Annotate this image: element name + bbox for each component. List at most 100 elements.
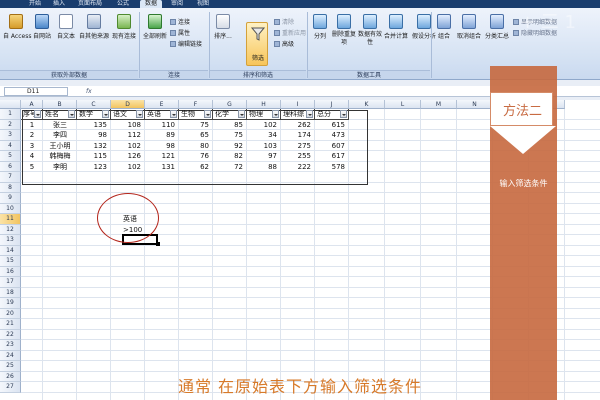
reapply-button[interactable]: 重新应用 [274, 28, 306, 37]
column-header-f[interactable]: F [179, 100, 213, 109]
row-header-17[interactable]: 17 [0, 277, 21, 288]
table-cell[interactable]: 76 [179, 151, 213, 162]
sort-button[interactable]: 排序... [212, 14, 234, 40]
filter-button[interactable]: 筛选 [246, 22, 268, 66]
row-header-5[interactable]: 5 [0, 151, 21, 162]
table-cell[interactable]: 4 [21, 151, 43, 162]
table-cell[interactable]: 473 [315, 130, 349, 141]
table-cell[interactable]: 262 [281, 120, 315, 131]
table-cell[interactable]: 615 [315, 120, 349, 131]
tab-review[interactable]: 审阅 [168, 0, 186, 8]
filter-dropdown-icon[interactable] [238, 110, 245, 118]
table-cell[interactable]: 115 [77, 151, 111, 162]
column-header-e[interactable]: E [145, 100, 179, 109]
ungroup-button[interactable]: 取消组合 [455, 14, 483, 40]
edit-links-button[interactable]: 编辑链接 [170, 39, 202, 48]
filter-dropdown-icon[interactable] [170, 110, 177, 118]
table-header-cell[interactable]: 理科综 [281, 109, 315, 120]
remove-duplicates-button[interactable]: 删除重复项 [331, 14, 357, 47]
row-header-7[interactable]: 7 [0, 172, 21, 183]
table-header-cell[interactable]: 英语 [145, 109, 179, 120]
name-box[interactable]: D11 [4, 87, 68, 96]
column-header-n[interactable]: N [457, 100, 493, 109]
properties-button[interactable]: 属性 [170, 28, 190, 37]
table-cell[interactable]: 1 [21, 120, 43, 131]
table-cell[interactable]: 255 [281, 151, 315, 162]
tab-home[interactable]: 开始 [26, 0, 44, 8]
table-cell[interactable]: 607 [315, 141, 349, 152]
table-cell[interactable]: 103 [247, 141, 281, 152]
table-header-cell[interactable]: 总分 [315, 109, 349, 120]
filter-dropdown-icon[interactable] [272, 110, 279, 118]
existing-connections-button[interactable]: 现有连接 [111, 14, 137, 40]
tab-page-layout[interactable]: 页面布局 [76, 0, 104, 8]
table-cell[interactable]: 98 [145, 141, 179, 152]
from-text-button[interactable]: 自文本 [55, 14, 77, 40]
row-header-24[interactable]: 24 [0, 350, 21, 361]
row-header-1[interactable]: 1 [0, 109, 21, 120]
table-cell[interactable]: 131 [145, 162, 179, 173]
table-cell[interactable]: 108 [111, 120, 145, 131]
table-cell[interactable]: 2 [21, 130, 43, 141]
table-header-cell[interactable]: 生物 [179, 109, 213, 120]
table-cell[interactable]: 123 [77, 162, 111, 173]
table-cell[interactable]: 85 [213, 120, 247, 131]
row-header-9[interactable]: 9 [0, 193, 21, 204]
from-access-button[interactable]: 自 Access [3, 14, 31, 40]
column-header-h[interactable]: H [247, 100, 281, 109]
table-cell[interactable]: 102 [111, 162, 145, 173]
row-header-15[interactable]: 15 [0, 256, 21, 267]
row-header-12[interactable]: 12 [0, 224, 21, 235]
table-cell[interactable]: 98 [77, 130, 111, 141]
clear-button[interactable]: 清除 [274, 17, 294, 26]
consolidate-button[interactable]: 合并计算 [383, 14, 409, 40]
table-cell[interactable]: 75 [179, 120, 213, 131]
tab-view[interactable]: 视图 [194, 0, 212, 8]
row-header-21[interactable]: 21 [0, 319, 21, 330]
table-cell[interactable]: 617 [315, 151, 349, 162]
table-cell[interactable]: 80 [179, 141, 213, 152]
filter-dropdown-icon[interactable] [306, 110, 313, 118]
table-cell[interactable]: 102 [247, 120, 281, 131]
row-header-19[interactable]: 19 [0, 298, 21, 309]
filter-dropdown-icon[interactable] [68, 110, 75, 118]
row-header-4[interactable]: 4 [0, 140, 21, 151]
table-cell[interactable]: 72 [213, 162, 247, 173]
fx-icon[interactable]: fx [86, 87, 92, 96]
column-header-l[interactable]: L [385, 100, 421, 109]
column-header-g[interactable]: G [213, 100, 247, 109]
table-cell[interactable]: 62 [179, 162, 213, 173]
from-other-sources-button[interactable]: 自其他来源 [79, 14, 109, 40]
table-cell[interactable]: 112 [111, 130, 145, 141]
table-header-cell[interactable]: 数学 [77, 109, 111, 120]
column-header-a[interactable]: A [21, 100, 43, 109]
table-cell[interactable]: 135 [77, 120, 111, 131]
table-cell[interactable]: 102 [111, 141, 145, 152]
table-cell[interactable]: 92 [213, 141, 247, 152]
fill-handle[interactable] [156, 242, 160, 246]
table-cell[interactable]: 174 [281, 130, 315, 141]
table-cell[interactable]: 韩梅梅 [43, 151, 77, 162]
select-all-corner[interactable] [0, 100, 21, 109]
filter-dropdown-icon[interactable] [102, 110, 109, 118]
row-header-14[interactable]: 14 [0, 245, 21, 256]
group-button[interactable]: 组合 [434, 14, 454, 40]
table-cell[interactable]: 3 [21, 141, 43, 152]
table-header-cell[interactable]: 语文 [111, 109, 145, 120]
row-header-16[interactable]: 16 [0, 266, 21, 277]
column-header-j[interactable]: J [315, 100, 349, 109]
connections-button[interactable]: 连接 [170, 17, 190, 26]
subtotal-button[interactable]: 分类汇总 [484, 14, 510, 40]
row-header-11[interactable]: 11 [0, 214, 21, 225]
table-cell[interactable]: 97 [247, 151, 281, 162]
row-header-13[interactable]: 13 [0, 235, 21, 246]
filter-dropdown-icon[interactable] [340, 110, 347, 118]
table-cell[interactable]: 李四 [43, 130, 77, 141]
column-header-d[interactable]: D [111, 100, 145, 109]
table-cell[interactable]: 王小明 [43, 141, 77, 152]
row-header-25[interactable]: 25 [0, 361, 21, 372]
tab-formulas[interactable]: 公式 [114, 0, 132, 8]
filter-dropdown-icon[interactable] [204, 110, 211, 118]
table-cell[interactable]: 121 [145, 151, 179, 162]
refresh-all-button[interactable]: 全部刷新 [142, 14, 168, 40]
